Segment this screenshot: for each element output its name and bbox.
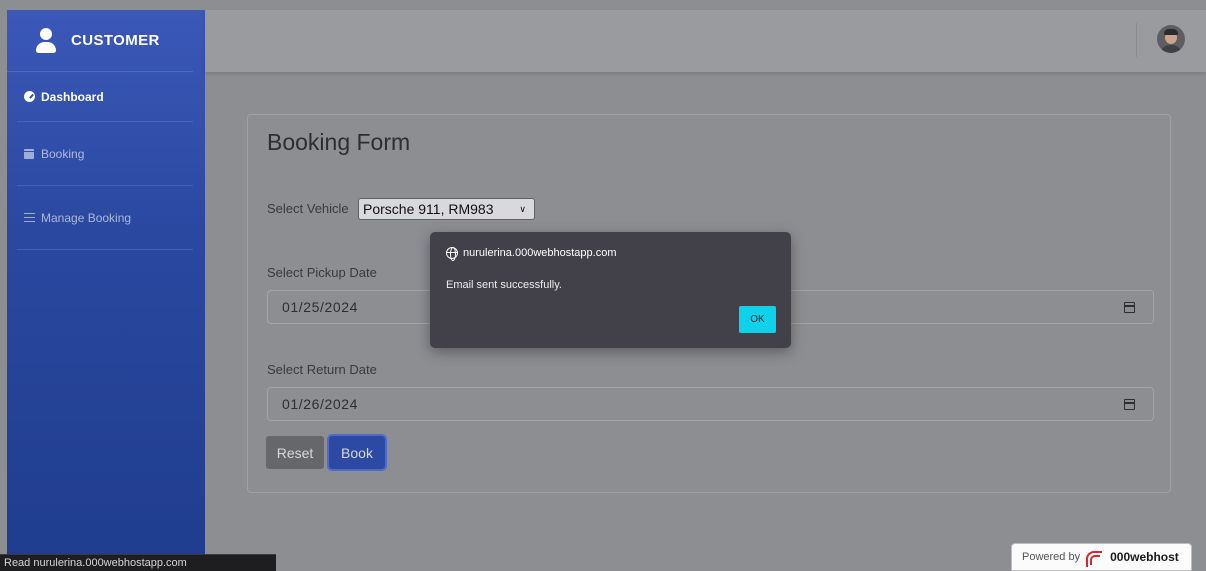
calendar-icon[interactable] (1124, 399, 1135, 410)
return-date-value: 01/26/2024 (282, 396, 359, 412)
topbar (205, 10, 1206, 72)
status-bar-text: Read nurulerina.000webhostapp.com (4, 557, 187, 569)
vehicle-select[interactable]: Porsche 911, RM983 ∨ (358, 198, 535, 220)
vehicle-select-value: Porsche 911, RM983 (363, 201, 494, 217)
page-title: Booking Form (267, 129, 411, 155)
chevron-down-icon: ∨ (519, 204, 526, 214)
dialog-message: Email sent successfully. (446, 279, 562, 291)
dashboard-icon (23, 91, 35, 103)
sidebar-item-label: Manage Booking (41, 210, 132, 225)
sidebar-item-dashboard[interactable]: Dashboard (17, 72, 193, 122)
sidebar-item-label: Dashboard (41, 89, 104, 104)
ok-button[interactable]: OK (739, 306, 776, 333)
webhost-logo-icon (1086, 549, 1104, 567)
book-button[interactable]: Book (327, 434, 387, 471)
globe-icon (446, 247, 458, 261)
return-date-input[interactable]: 01/26/2024 (267, 387, 1154, 421)
sidebar-item-manage-booking[interactable]: Manage Booking (17, 186, 193, 250)
powered-by-brand: 000webhost (1110, 550, 1179, 564)
vehicle-label: Select Vehicle (267, 201, 349, 216)
alert-dialog: nurulerina.000webhostapp.com Email sent … (430, 232, 791, 348)
pickup-date-value: 01/25/2024 (282, 299, 359, 315)
return-date-label: Select Return Date (267, 362, 377, 377)
dialog-origin-text: nurulerina.000webhostapp.com (463, 247, 617, 259)
sidebar-brand[interactable]: CUSTOMER (7, 10, 193, 72)
list-icon (23, 212, 35, 224)
sidebar-item-label: Booking (41, 146, 85, 161)
calendar-icon (23, 148, 35, 160)
pickup-date-label: Select Pickup Date (267, 265, 377, 280)
user-icon (35, 27, 57, 54)
powered-by-badge[interactable]: Powered by 000webhost (1011, 543, 1192, 571)
brand-text: CUSTOMER (71, 32, 160, 49)
topbar-divider (1136, 23, 1137, 57)
sidebar: CUSTOMER Dashboard Booking Manage Bookin… (7, 10, 205, 571)
calendar-icon[interactable] (1124, 302, 1135, 313)
dialog-origin: nurulerina.000webhostapp.com (446, 247, 617, 261)
reset-button[interactable]: Reset (266, 436, 324, 469)
powered-by-text: Powered by (1022, 551, 1081, 563)
status-bar: Read nurulerina.000webhostapp.com (0, 554, 276, 571)
sidebar-item-booking[interactable]: Booking (17, 122, 193, 186)
avatar[interactable] (1157, 25, 1185, 53)
